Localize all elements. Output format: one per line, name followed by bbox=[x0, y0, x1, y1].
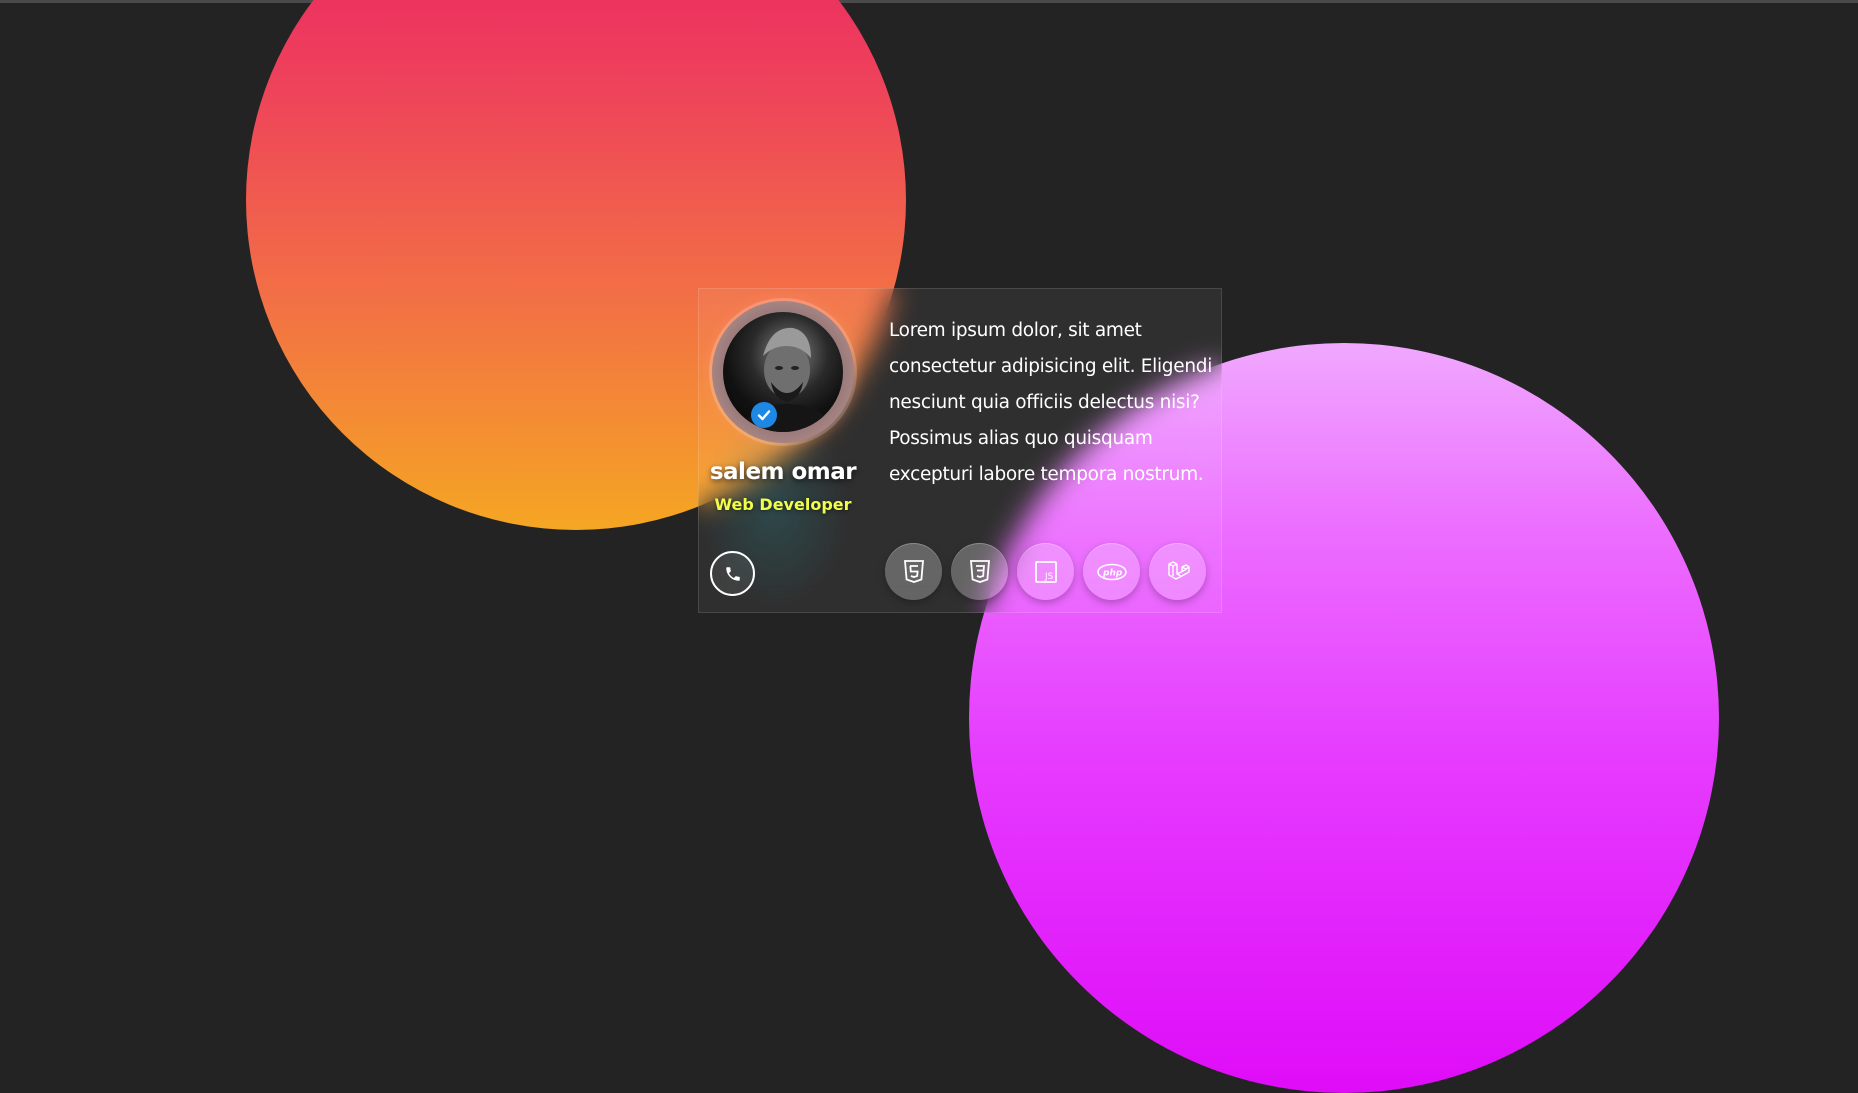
phone-icon bbox=[725, 566, 740, 581]
laravel-skill-button[interactable] bbox=[1149, 543, 1206, 600]
skills-list: JS php bbox=[885, 543, 1206, 600]
php-skill-button[interactable]: php bbox=[1083, 543, 1140, 600]
call-button[interactable] bbox=[710, 551, 755, 596]
profile-card: salem omar Web Developer Lorem ipsum dol… bbox=[698, 288, 1222, 613]
bio-text: Lorem ipsum dolor, sit amet consectetur … bbox=[889, 320, 1213, 485]
html5-skill-button[interactable] bbox=[885, 543, 942, 600]
css3-icon bbox=[969, 559, 990, 583]
php-icon: php bbox=[1096, 563, 1127, 580]
profile-role: Web Developer bbox=[714, 495, 852, 514]
svg-text:JS: JS bbox=[1044, 572, 1054, 582]
javascript-icon: JS bbox=[1034, 560, 1057, 583]
javascript-skill-button[interactable]: JS bbox=[1017, 543, 1074, 600]
avatar bbox=[712, 301, 854, 443]
check-badge-icon bbox=[751, 402, 777, 428]
html5-icon bbox=[903, 559, 924, 583]
svg-text:php: php bbox=[1102, 568, 1123, 578]
laravel-icon bbox=[1167, 560, 1190, 580]
profile-photo bbox=[723, 312, 843, 432]
css3-skill-button[interactable] bbox=[951, 543, 1008, 600]
profile-name: salem omar bbox=[709, 459, 857, 485]
top-border bbox=[0, 0, 1858, 3]
